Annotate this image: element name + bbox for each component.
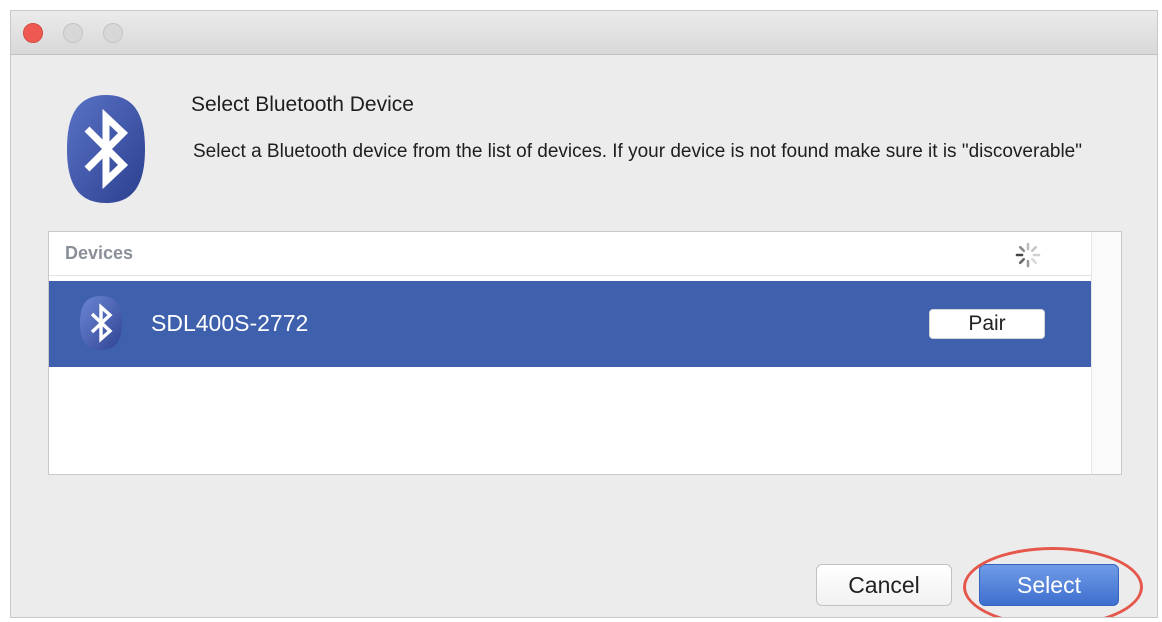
device-name: SDL400S-2772	[151, 310, 309, 336]
bluetooth-dialog-window: Select Bluetooth Device Select a Bluetoo…	[10, 10, 1158, 618]
dialog-description: Select a Bluetooth device from the list …	[193, 141, 1082, 162]
zoom-window-button[interactable]	[103, 23, 123, 43]
devices-header: Devices	[49, 232, 1091, 276]
pair-button[interactable]: Pair	[929, 309, 1045, 339]
bluetooth-icon	[67, 95, 145, 203]
devices-header-label: Devices	[65, 243, 134, 263]
device-row[interactable]: SDL400S-2772 Pair	[49, 281, 1091, 367]
close-window-button[interactable]	[23, 23, 43, 43]
devices-list: Devices SDL400S-2772 Pair	[48, 231, 1122, 475]
dialog-heading: Select Bluetooth Device	[191, 93, 414, 116]
bluetooth-icon	[80, 296, 122, 350]
cancel-button[interactable]: Cancel	[816, 564, 952, 606]
devices-scrollbar[interactable]	[1091, 232, 1121, 474]
select-button[interactable]: Select	[979, 564, 1119, 606]
title-bar[interactable]	[11, 11, 1157, 55]
spinner-icon	[1015, 242, 1041, 268]
minimize-window-button[interactable]	[63, 23, 83, 43]
